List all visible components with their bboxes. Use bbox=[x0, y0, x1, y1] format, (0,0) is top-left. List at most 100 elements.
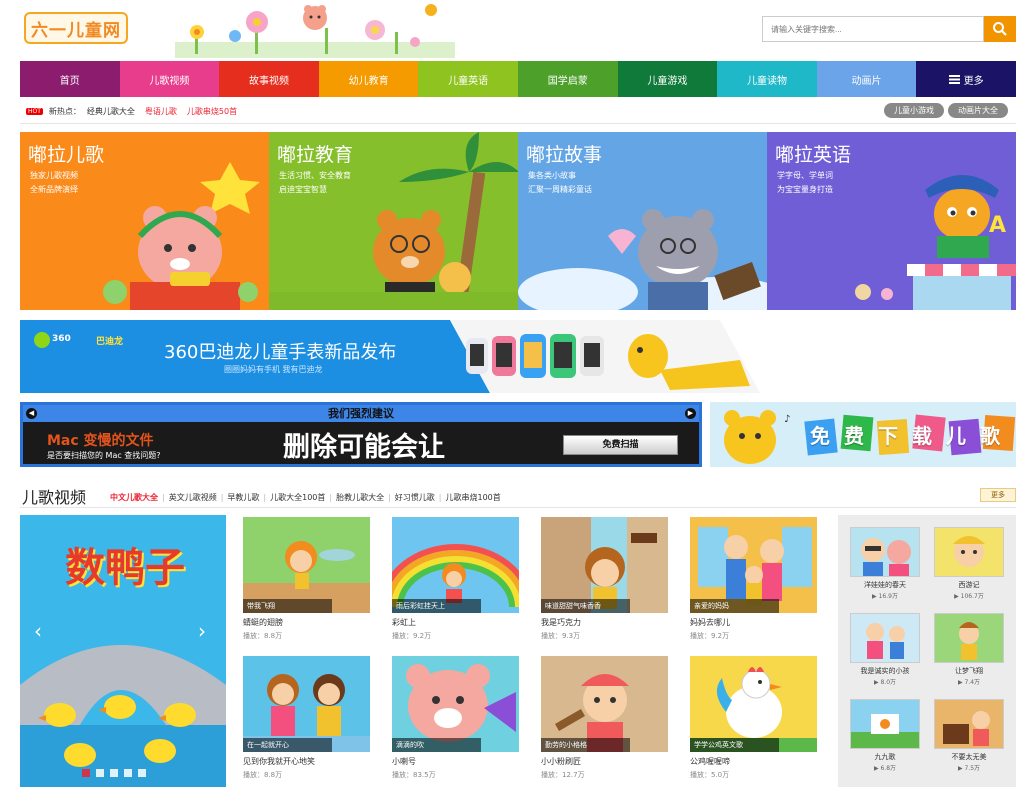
nav-songs[interactable]: 儿歌视频 bbox=[119, 61, 220, 97]
side-video-title[interactable]: 洋娃娃的春天 bbox=[850, 580, 920, 590]
video-card[interactable]: 雨后彩虹挂天上 彩虹上 播放：9.2万 bbox=[392, 517, 519, 641]
video-card[interactable]: 滴滴的吹 小喇号 播放：83.5万 bbox=[392, 656, 519, 780]
video-title[interactable]: 见到你我就开心地笑 bbox=[243, 756, 370, 767]
side-video-plays-value: 8.0万 bbox=[880, 679, 897, 686]
nav-english-label: 儿童英语 bbox=[448, 75, 489, 87]
subtab-good-habits[interactable]: 好习惯儿歌 bbox=[395, 492, 435, 503]
mac-cleaner-ad[interactable]: 我们强烈建议 ◀ ▶ Mac 变慢的文件 是否要扫描您的 Mac 查找问题? 删… bbox=[20, 402, 702, 467]
nav-english[interactable]: 儿童英语 bbox=[418, 61, 518, 97]
video-card[interactable]: 带我飞翔 蜻蜓的翅膀 播放：8.8万 bbox=[243, 517, 370, 641]
video-caption: 带我飞翔 bbox=[243, 599, 332, 613]
video-card[interactable]: 勤劳的小格格 小小粉刷匠 播放：12.7万 bbox=[541, 656, 668, 780]
search-input[interactable] bbox=[762, 16, 984, 42]
side-video-title[interactable]: 西游记 bbox=[934, 580, 1004, 590]
video-caption: 学学公鸡英文歌 bbox=[690, 738, 779, 752]
video-title[interactable]: 小喇号 bbox=[392, 756, 519, 767]
subtab-chinese-songs[interactable]: 中文儿歌大全 bbox=[110, 492, 158, 503]
video-caption: 亲爱的妈妈 bbox=[690, 599, 779, 613]
side-video-card[interactable]: 洋娃娃的春天 ▶ 16.9万 bbox=[850, 527, 920, 600]
tab-divider: | bbox=[263, 493, 267, 502]
slider-dot[interactable] bbox=[138, 769, 146, 777]
side-video-title[interactable]: 九九歌 bbox=[850, 752, 920, 762]
tile-dula-songs[interactable]: 嘟拉儿歌 独家儿歌视频 全新品牌演绎 bbox=[20, 132, 269, 310]
hot-link-classic-songs[interactable]: 经典儿歌大全 bbox=[87, 106, 135, 117]
header-flowers-illustration bbox=[175, 4, 455, 58]
side-video-card[interactable]: 让梦飞翔 ▶ 7.4万 bbox=[934, 613, 1004, 686]
nav-more-label: 更多 bbox=[963, 75, 984, 87]
tile-desc-1: 学字母、学单词 bbox=[777, 171, 833, 180]
video-title[interactable]: 蜻蜓的翅膀 bbox=[243, 617, 370, 628]
video-plays: 播放：83.5万 bbox=[392, 771, 436, 779]
video-title[interactable]: 妈妈去哪儿 bbox=[690, 617, 817, 628]
page-root: 六一儿童网 首页 儿歌视频 故事视频 幼儿教育 儿童英语 国学启蒙 儿童游戏 儿… bbox=[0, 0, 1034, 796]
download-songs-banner[interactable]: ♪ 免费下载儿歌 bbox=[710, 402, 1016, 467]
subtab-song-medley[interactable]: 儿歌串烧100首 bbox=[446, 492, 501, 503]
video-thumbnail: 雨后彩虹挂天上 bbox=[392, 517, 519, 613]
hot-label: 新热点： bbox=[48, 106, 81, 116]
side-thumb-art bbox=[943, 711, 990, 746]
nav-games-label: 儿童游戏 bbox=[647, 75, 688, 87]
video-thumbnail: 勤劳的小格格 bbox=[541, 656, 668, 752]
side-video-title[interactable]: 不要太无美 bbox=[934, 752, 1004, 762]
tile-dula-stories[interactable]: 嘟拉故事 集各类小故事 汇聚一周精彩童话 bbox=[518, 132, 767, 310]
side-video-card[interactable]: 九九歌 ▶ 6.8万 bbox=[850, 699, 920, 772]
video-caption: 雨后彩虹挂天上 bbox=[392, 599, 481, 613]
search-icon bbox=[993, 22, 1007, 36]
more-button[interactable]: 更多 bbox=[980, 488, 1016, 502]
section-title: 儿歌视频 bbox=[22, 488, 87, 507]
hot-link-song-medley[interactable]: 儿歌串烧50首 bbox=[187, 106, 237, 117]
search-button[interactable] bbox=[984, 16, 1016, 42]
video-card[interactable]: 亲爱的妈妈 妈妈去哪儿 播放：9.2万 bbox=[690, 517, 817, 641]
subtab-english-songs[interactable]: 英文儿歌视频 bbox=[169, 492, 217, 503]
ad-subtitle: 是否要扫描您的 Mac 查找问题? bbox=[47, 451, 161, 460]
slider-prev-icon[interactable]: ‹ bbox=[34, 619, 42, 643]
featured-slider[interactable]: 数鸭子 ‹ › bbox=[20, 515, 226, 787]
side-video-card[interactable]: 西游记 ▶ 106.7万 bbox=[934, 527, 1004, 600]
nav-stories[interactable]: 故事视频 bbox=[219, 61, 319, 97]
subtab-prenatal-songs[interactable]: 胎教儿歌大全 bbox=[336, 492, 384, 503]
slider-title: 数鸭子 bbox=[65, 545, 185, 591]
video-title[interactable]: 公鸡喔喔啼 bbox=[690, 756, 817, 767]
video-title[interactable]: 彩虹上 bbox=[392, 617, 519, 628]
side-video-plays: ▶ 8.0万 bbox=[873, 679, 897, 686]
subtab-100-songs[interactable]: 儿歌大全100首 bbox=[270, 492, 325, 503]
nav-classics[interactable]: 国学启蒙 bbox=[517, 61, 618, 97]
side-video-title[interactable]: 让梦飞翔 bbox=[934, 666, 1004, 676]
slider-dot[interactable] bbox=[124, 769, 132, 777]
pill-kids-games[interactable]: 儿童小游戏 bbox=[884, 103, 944, 118]
tab-divider: | bbox=[329, 493, 333, 502]
side-video-plays-value: 7.5万 bbox=[964, 765, 981, 772]
ad-prev-icon[interactable]: ◀ bbox=[26, 408, 37, 419]
slider-dot[interactable] bbox=[82, 769, 90, 777]
slider-dot[interactable] bbox=[110, 769, 118, 777]
side-video-title[interactable]: 我是诚实的小孩 bbox=[850, 666, 920, 676]
free-scan-button[interactable]: 免费扫描 bbox=[563, 435, 678, 455]
watch-promo-banner[interactable]: 360 巴迪龙 360巴迪龙儿童手表新品发布 圈圈妈妈有手机 我有巴迪龙 bbox=[20, 320, 1016, 393]
video-card[interactable]: 味道甜甜气味香香 我是巧克力 播放：9.3万 bbox=[541, 517, 668, 641]
pill-cartoons[interactable]: 动画片大全 bbox=[948, 103, 1008, 118]
nav-preschool[interactable]: 幼儿教育 bbox=[318, 61, 419, 97]
video-title[interactable]: 我是巧克力 bbox=[541, 617, 668, 628]
slider-dot[interactable] bbox=[96, 769, 104, 777]
nav-home[interactable]: 首页 bbox=[20, 61, 120, 97]
hot-link-cantonese-songs[interactable]: 粤语儿歌 bbox=[145, 106, 177, 117]
banner-subline: 圈圈妈妈有手机 我有巴迪龙 bbox=[224, 365, 323, 374]
video-card[interactable]: 学学公鸡英文歌 公鸡喔喔啼 播放：5.0万 bbox=[690, 656, 817, 780]
video-card[interactable]: 在一起就开心 见到你我就开心地笑 播放：8.8万 bbox=[243, 656, 370, 780]
nav-cartoons[interactable]: 动画片 bbox=[816, 61, 917, 97]
tile-dula-education[interactable]: 嘟拉教育 生活习惯、安全教育 启迪宝宝智慧 bbox=[269, 132, 518, 310]
site-logo[interactable]: 六一儿童网 bbox=[24, 12, 128, 44]
video-title[interactable]: 小小粉刷匠 bbox=[541, 756, 668, 767]
side-video-card[interactable]: 不要太无美 ▶ 7.5万 bbox=[934, 699, 1004, 772]
nav-games[interactable]: 儿童游戏 bbox=[617, 61, 718, 97]
tile-dula-english[interactable]: A 嘟拉英语 学字母、学单词 为宝宝量身打造 bbox=[767, 132, 1016, 310]
nav-more[interactable]: 更多 bbox=[916, 61, 1016, 97]
section-subtabs: 中文儿歌大全 | 英文儿歌视频 | 早教儿歌 | 儿歌大全100首 | 胎教儿歌大全 | … bbox=[110, 492, 501, 503]
side-video-thumbnail bbox=[934, 699, 1004, 749]
nav-books[interactable]: 儿童读物 bbox=[717, 61, 817, 97]
side-video-card[interactable]: 我是诚实的小孩 ▶ 8.0万 bbox=[850, 613, 920, 686]
ad-next-icon[interactable]: ▶ bbox=[685, 408, 696, 419]
slider-next-icon[interactable]: › bbox=[198, 619, 206, 643]
hot-badge: HOT bbox=[26, 107, 43, 115]
subtab-early-education[interactable]: 早教儿歌 bbox=[227, 492, 259, 503]
